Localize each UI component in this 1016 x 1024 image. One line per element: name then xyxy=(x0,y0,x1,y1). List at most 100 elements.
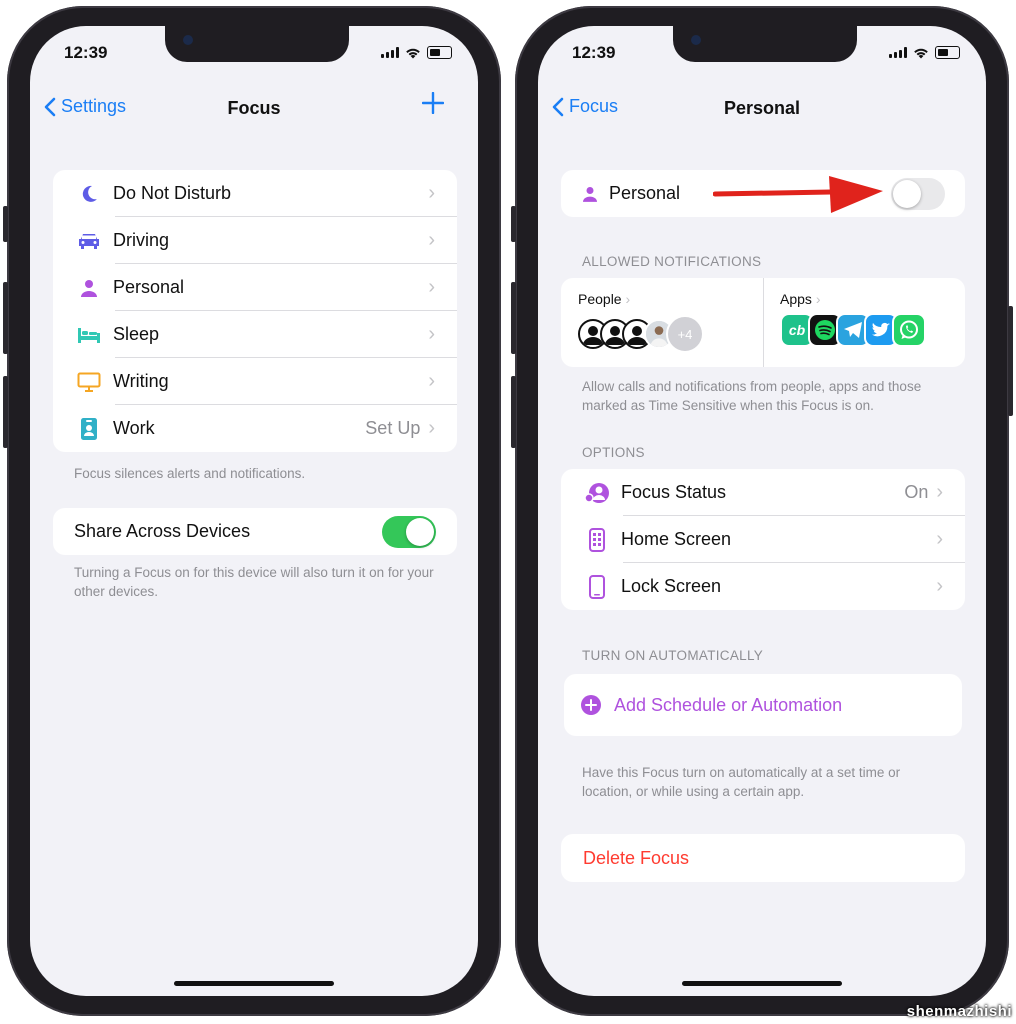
notch xyxy=(165,26,349,62)
volume-down-button xyxy=(511,376,516,448)
chevron-right-icon: › xyxy=(428,417,435,439)
camera-icon xyxy=(183,35,193,45)
people-section[interactable]: People › +4 xyxy=(561,278,763,367)
chevron-right-icon: › xyxy=(428,370,435,392)
allowed-notifications-header: ALLOWED NOTIFICATIONS xyxy=(582,254,762,269)
list-item-work[interactable]: Work Set Up › xyxy=(53,405,457,452)
personal-toggle-card: Personal xyxy=(561,170,965,217)
status-time: 12:39 xyxy=(572,43,616,62)
volume-down-button xyxy=(3,376,8,448)
item-label: Work xyxy=(113,418,155,438)
focus-status-icon xyxy=(584,482,609,503)
list-item-driving[interactable]: Driving › xyxy=(53,217,457,264)
lock-screen-row[interactable]: Lock Screen › xyxy=(561,563,965,610)
monitor-icon xyxy=(77,372,101,392)
red-arrow-annotation xyxy=(713,176,883,213)
apps-section[interactable]: Apps › cb xyxy=(764,278,965,367)
volume-up-button xyxy=(3,282,8,354)
page-title: Personal xyxy=(723,98,801,118)
moon-icon xyxy=(82,185,97,202)
item-label: Personal xyxy=(113,277,185,297)
list-footer: Focus silences alerts and notifications. xyxy=(74,466,306,481)
chevron-right-icon: › xyxy=(625,291,631,307)
options-header: OPTIONS xyxy=(582,445,645,460)
people-label: People xyxy=(578,291,622,307)
chevron-right-icon: › xyxy=(936,528,943,550)
phone-left: 12:39 Settings Focus Do Not Disturb › Dr… xyxy=(3,6,501,1016)
automation-footer: Have this Focus turn on automatically at… xyxy=(582,765,901,799)
phone-right: 12:39 Focus Personal Personal ALLOWED NO… xyxy=(511,6,1013,1016)
camera-icon xyxy=(691,35,701,45)
chevron-right-icon: › xyxy=(428,276,435,298)
allowed-notifications-card: People › +4 Apps › cb xyxy=(561,278,965,367)
personal-screen: 12:39 Focus Personal Personal ALLOWED NO… xyxy=(538,26,986,996)
chevron-right-icon: › xyxy=(936,575,943,597)
item-label: Sleep xyxy=(113,324,160,344)
battery-icon xyxy=(427,46,452,59)
chevron-right-icon: › xyxy=(428,229,435,251)
apps-label: Apps xyxy=(780,291,812,307)
people-heading: People › xyxy=(578,291,630,307)
wifi-icon xyxy=(406,48,420,58)
status-icons xyxy=(381,46,452,59)
list-item-do-not-disturb[interactable]: Do Not Disturb › xyxy=(53,170,457,217)
person-icon xyxy=(81,279,97,297)
page-title: Focus xyxy=(227,98,281,118)
share-label: Share Across Devices xyxy=(74,521,251,541)
status-time: 12:39 xyxy=(64,43,108,62)
home-screen-icon xyxy=(589,527,605,552)
item-value: Set Up xyxy=(365,418,421,438)
person-icon xyxy=(583,186,597,202)
more-people-badge: +4 xyxy=(666,315,704,353)
add-schedule-label: Add Schedule or Automation xyxy=(614,694,843,715)
share-toggle[interactable] xyxy=(382,515,436,548)
item-label: Do Not Disturb xyxy=(113,183,232,203)
item-label: Writing xyxy=(113,371,169,391)
delete-focus-button[interactable]: Delete Focus xyxy=(561,834,965,882)
list-item-personal[interactable]: Personal › xyxy=(53,264,457,311)
chevron-right-icon: › xyxy=(815,291,821,307)
option-label: Focus Status xyxy=(621,482,727,502)
item-label: Driving xyxy=(113,230,170,250)
status-icons xyxy=(889,46,960,59)
people-avatars: +4 xyxy=(578,315,704,353)
focus-status-row[interactable]: Focus Status On › xyxy=(561,469,965,516)
watermark: shenmazhishi xyxy=(906,1003,1012,1020)
share-across-devices-row: Share Across Devices xyxy=(53,508,457,555)
badge-icon xyxy=(81,417,97,440)
silent-switch xyxy=(3,206,8,242)
lock-screen-icon xyxy=(589,574,605,599)
plus-icon xyxy=(421,91,445,115)
options-list: Focus Status On › Home Screen › Lock Scr… xyxy=(561,469,965,610)
home-indicator[interactable] xyxy=(174,981,334,986)
chevron-right-icon: › xyxy=(936,481,943,503)
option-label: Lock Screen xyxy=(621,576,722,596)
cb-app-label: cb xyxy=(788,322,806,338)
allowed-footer: Allow calls and notifications from peopl… xyxy=(582,379,922,413)
car-icon xyxy=(79,233,99,249)
add-schedule-button[interactable]: Add Schedule or Automation xyxy=(564,674,962,736)
share-footer: Turning a Focus on for this device will … xyxy=(74,565,434,599)
signal-icon xyxy=(889,47,907,58)
bed-icon xyxy=(78,327,100,343)
list-item-writing[interactable]: Writing › xyxy=(53,358,457,405)
app-icons: cb xyxy=(780,313,926,347)
chevron-right-icon: › xyxy=(428,323,435,345)
silent-switch xyxy=(511,206,516,242)
home-screen-row[interactable]: Home Screen › xyxy=(561,516,965,563)
option-value: On xyxy=(904,482,929,502)
battery-icon xyxy=(935,46,960,59)
plus-circle-icon xyxy=(581,695,601,715)
delete-focus-label: Delete Focus xyxy=(583,847,690,868)
focus-screen: 12:39 Settings Focus Do Not Disturb › Dr… xyxy=(30,26,478,996)
home-indicator[interactable] xyxy=(682,981,842,986)
list-item-sleep[interactable]: Sleep › xyxy=(53,311,457,358)
personal-toggle[interactable] xyxy=(891,177,945,210)
volume-up-button xyxy=(511,282,516,354)
option-label: Home Screen xyxy=(621,529,732,549)
more-count: +4 xyxy=(677,326,693,342)
wifi-icon xyxy=(914,48,928,58)
add-focus-button[interactable] xyxy=(421,90,445,120)
signal-icon xyxy=(381,47,399,58)
whatsapp-icon xyxy=(892,313,926,347)
